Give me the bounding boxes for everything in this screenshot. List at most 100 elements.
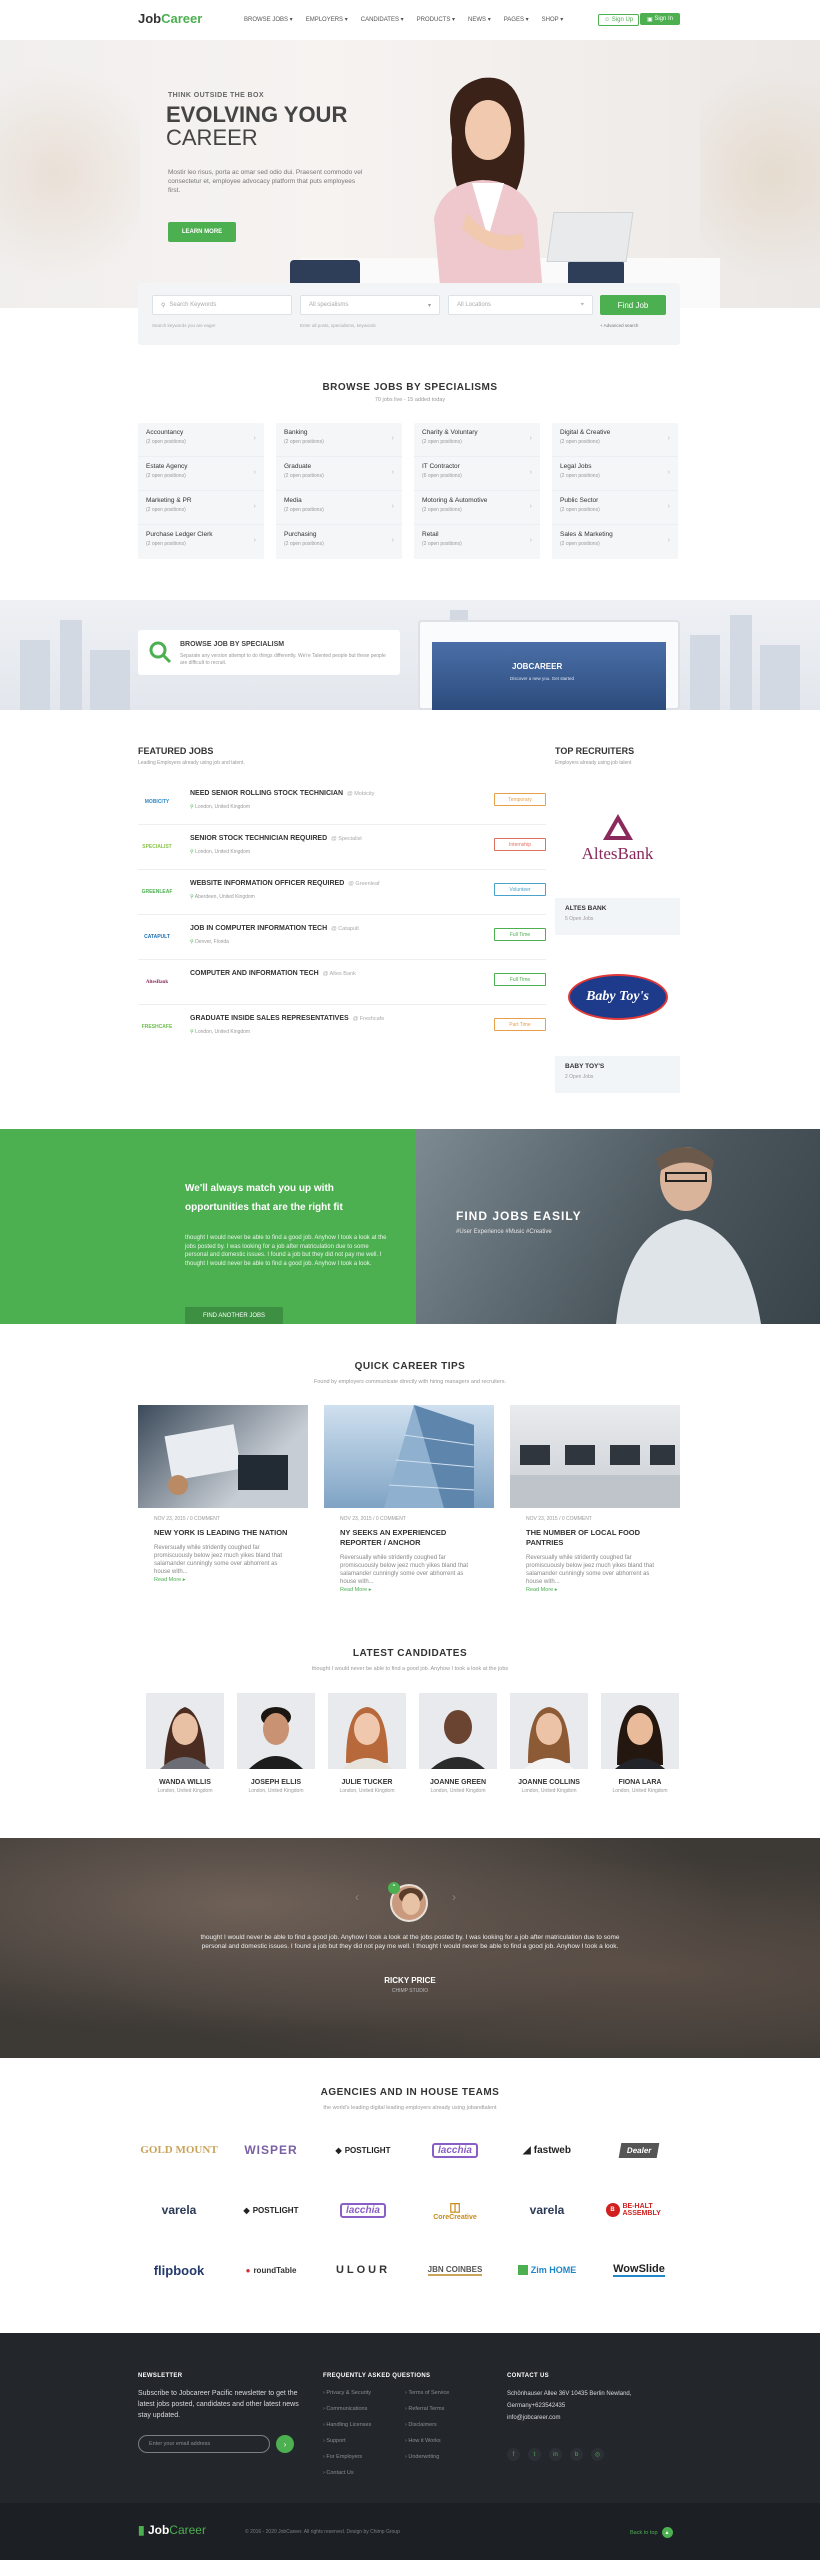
job-type-badge[interactable]: Full Time (494, 973, 546, 986)
agency-logo[interactable]: ◢ fastweb (506, 2135, 588, 2165)
tip-title[interactable]: NEW YORK IS LEADING THE NATION (138, 1528, 308, 1538)
job-type-badge[interactable]: Temporary (494, 793, 546, 806)
facebook-icon[interactable]: f (507, 2448, 520, 2461)
specialism-item[interactable]: Marketing & PR (2 open positions) › (138, 491, 264, 525)
footer-link[interactable]: › How it Works (405, 2433, 485, 2449)
specialism-item[interactable]: IT Contractor (6 open positions) › (414, 457, 540, 491)
specialism-item[interactable]: Digital & Creative (2 open positions) › (552, 423, 678, 457)
agency-logo[interactable]: WowSlide (598, 2255, 680, 2285)
agency-logo[interactable]: varela (138, 2195, 220, 2225)
learn-more-button[interactable]: LEARN MORE (168, 222, 236, 242)
back-to-top-button[interactable]: Back to top ▴ (630, 2527, 673, 2538)
linkedin-icon[interactable]: in (549, 2448, 562, 2461)
nav-item-candidates[interactable]: CANDIDATES ▾ (361, 16, 404, 23)
nav-item-shop[interactable]: SHOP ▾ (542, 16, 564, 23)
agency-logo[interactable]: ◫ CoreCreative (414, 2195, 496, 2225)
specialism-item[interactable]: Graduate (2 open positions) › (276, 457, 402, 491)
find-job-button[interactable]: Find Job (600, 295, 666, 315)
specialism-item[interactable]: Public Sector (2 open positions) › (552, 491, 678, 525)
job-row[interactable]: FRESHCAFE GRADUATE INSIDE SALES REPRESEN… (138, 1005, 546, 1050)
tip-title[interactable]: THE NUMBER OF LOCAL FOOD PANTRIES (510, 1528, 680, 1548)
newsletter-email-input[interactable]: Enter your email address (138, 2435, 270, 2453)
footer-link[interactable]: › Disclaimers (405, 2417, 485, 2433)
agency-logo[interactable]: B BE-HALT ASSEMBLY (598, 2195, 680, 2225)
read-more-link[interactable]: Read More ▸ (510, 1587, 680, 1593)
specialism-item[interactable]: Charity & Voluntary (2 open positions) › (414, 423, 540, 457)
twitter-icon[interactable]: t (528, 2448, 541, 2461)
candidate-card[interactable]: JOSEPH ELLIS London, United Kingdom (237, 1693, 315, 1794)
specialism-item[interactable]: Banking (2 open positions) › (276, 423, 402, 457)
specialism-item[interactable]: Media (2 open positions) › (276, 491, 402, 525)
candidate-card[interactable]: WANDA WILLIS London, United Kingdom (146, 1693, 224, 1794)
find-another-jobs-button[interactable]: FIND ANOTHER JOBS (185, 1307, 283, 1324)
job-type-badge[interactable]: Full Time (494, 928, 546, 941)
job-row[interactable]: CATAPULT JOB IN COMPUTER INFORMATION TEC… (138, 915, 546, 960)
recruiter-card[interactable]: AltesBank ALTES BANK 5 Open Jobs (555, 780, 680, 935)
specialism-item[interactable]: Purchase Ledger Clerk (2 open positions) › (138, 525, 264, 559)
agency-logo[interactable]: Dealer (598, 2135, 680, 2165)
footer-link[interactable]: › Support (323, 2433, 403, 2449)
tip-card[interactable]: NOV 23, 2015 / 0 COMMENT NEW YORK IS LEA… (138, 1405, 308, 1583)
specialism-item[interactable]: Motoring & Automotive (2 open positions) › (414, 491, 540, 525)
keywords-search-input[interactable]: ⚲ Search Keywords (152, 295, 292, 315)
nav-item-products[interactable]: PRODUCTS ▾ (417, 16, 455, 23)
agency-logo[interactable]: lacchia (414, 2135, 496, 2165)
site-logo[interactable]: JobCareer (138, 11, 202, 26)
agency-logo[interactable]: WISPER (230, 2135, 312, 2165)
behance-icon[interactable]: b (570, 2448, 583, 2461)
agency-logo[interactable]: JBN COINBES (414, 2255, 496, 2285)
subscribe-arrow-button[interactable]: › (276, 2435, 294, 2453)
agency-logo[interactable]: ● roundTable (230, 2255, 312, 2285)
job-title[interactable]: JOB IN COMPUTER INFORMATION TECH @ Catapu… (190, 925, 359, 932)
job-row[interactable]: GREENLEAF WEBSITE INFORMATION OFFICER RE… (138, 870, 546, 915)
job-title[interactable]: SENIOR STOCK TECHNICIAN REQUIRED @ Specia… (190, 835, 362, 842)
footer-link[interactable]: › Contact Us (323, 2465, 403, 2481)
sign-in-button[interactable]: ▣ Sign In (640, 13, 680, 25)
agency-logo[interactable]: ULOUR (322, 2255, 404, 2285)
agency-logo[interactable]: flipbook (138, 2255, 220, 2285)
sign-up-button[interactable]: ☺ Sign Up (598, 14, 640, 26)
footer-link[interactable]: › Underwriting (405, 2449, 485, 2465)
agency-logo[interactable]: GOLD MOUNT (138, 2135, 220, 2165)
read-more-link[interactable]: Read More ▸ (324, 1587, 494, 1593)
agency-logo[interactable]: Zim HOME (506, 2255, 588, 2285)
candidate-card[interactable]: JOANNE COLLINS London, United Kingdom (510, 1693, 588, 1794)
agency-logo[interactable]: ◆ POSTLIGHT (230, 2195, 312, 2225)
specialism-item[interactable]: Purchasing (2 open positions) › (276, 525, 402, 559)
nav-item-browse-jobs[interactable]: BROWSE JOBS ▾ (244, 16, 293, 23)
footer-link[interactable]: › Privacy & Security (323, 2385, 403, 2401)
job-title[interactable]: COMPUTER AND INFORMATION TECH @ Altes Ban… (190, 970, 356, 977)
agency-logo[interactable]: lacchia (322, 2195, 404, 2225)
agency-logo[interactable]: varela (506, 2195, 588, 2225)
job-title[interactable]: GRADUATE INSIDE SALES REPRESENTATIVES @ F… (190, 1015, 384, 1022)
specialisms-select[interactable]: All specialisms ▾ (300, 295, 440, 315)
specialism-item[interactable]: Retail (2 open positions) › (414, 525, 540, 559)
specialism-item[interactable]: Legal Jobs (2 open positions) › (552, 457, 678, 491)
recruiter-card[interactable]: Baby Toy's BABY TOY'S 2 Open Jobs (555, 938, 680, 1093)
job-type-badge[interactable]: Part Time (494, 1018, 546, 1031)
agency-logo[interactable]: ◆ POSTLIGHT (322, 2135, 404, 2165)
tip-card[interactable]: NOV 23, 2015 / 0 COMMENT THE NUMBER OF L… (510, 1405, 680, 1593)
candidate-card[interactable]: JOANNE GREEN London, United Kingdom (419, 1693, 497, 1794)
footer-link[interactable]: › For Employers (323, 2449, 403, 2465)
recruiter-name[interactable]: ALTES BANK (565, 905, 606, 912)
tip-title[interactable]: NY SEEKS AN EXPERIENCED REPORTER / ANCHO… (324, 1528, 494, 1548)
nav-item-pages[interactable]: PAGES ▾ (504, 16, 529, 23)
nav-item-employers[interactable]: EMPLOYERS ▾ (306, 16, 348, 23)
chevron-right-icon[interactable]: › (452, 1890, 456, 1904)
recruiter-name[interactable]: BABY TOY'S (565, 1063, 604, 1070)
specialism-item[interactable]: Sales & Marketing (2 open positions) › (552, 525, 678, 559)
footer-link[interactable]: › Handling Licenses (323, 2417, 403, 2433)
job-title[interactable]: WEBSITE INFORMATION OFFICER REQUIRED @ Gr… (190, 880, 380, 887)
instagram-icon[interactable]: ◎ (591, 2448, 604, 2461)
candidate-card[interactable]: JULIE TUCKER London, United Kingdom (328, 1693, 406, 1794)
footer-link[interactable]: › Terms of Service (405, 2385, 485, 2401)
footer-link[interactable]: › Communications (323, 2401, 403, 2417)
footer-logo[interactable]: ▮ JobCareer (138, 2523, 206, 2537)
nav-item-news[interactable]: NEWS ▾ (468, 16, 491, 23)
footer-link[interactable]: › Referral Terms (405, 2401, 485, 2417)
advanced-search-link[interactable]: + Advanced search (600, 323, 638, 328)
tip-card[interactable]: NOV 23, 2015 / 0 COMMENT NY SEEKS AN EXP… (324, 1405, 494, 1593)
location-search-input[interactable]: All Locations ⌖ (448, 295, 593, 315)
job-row[interactable]: SPECIALIST SENIOR STOCK TECHNICIAN REQUI… (138, 825, 546, 870)
